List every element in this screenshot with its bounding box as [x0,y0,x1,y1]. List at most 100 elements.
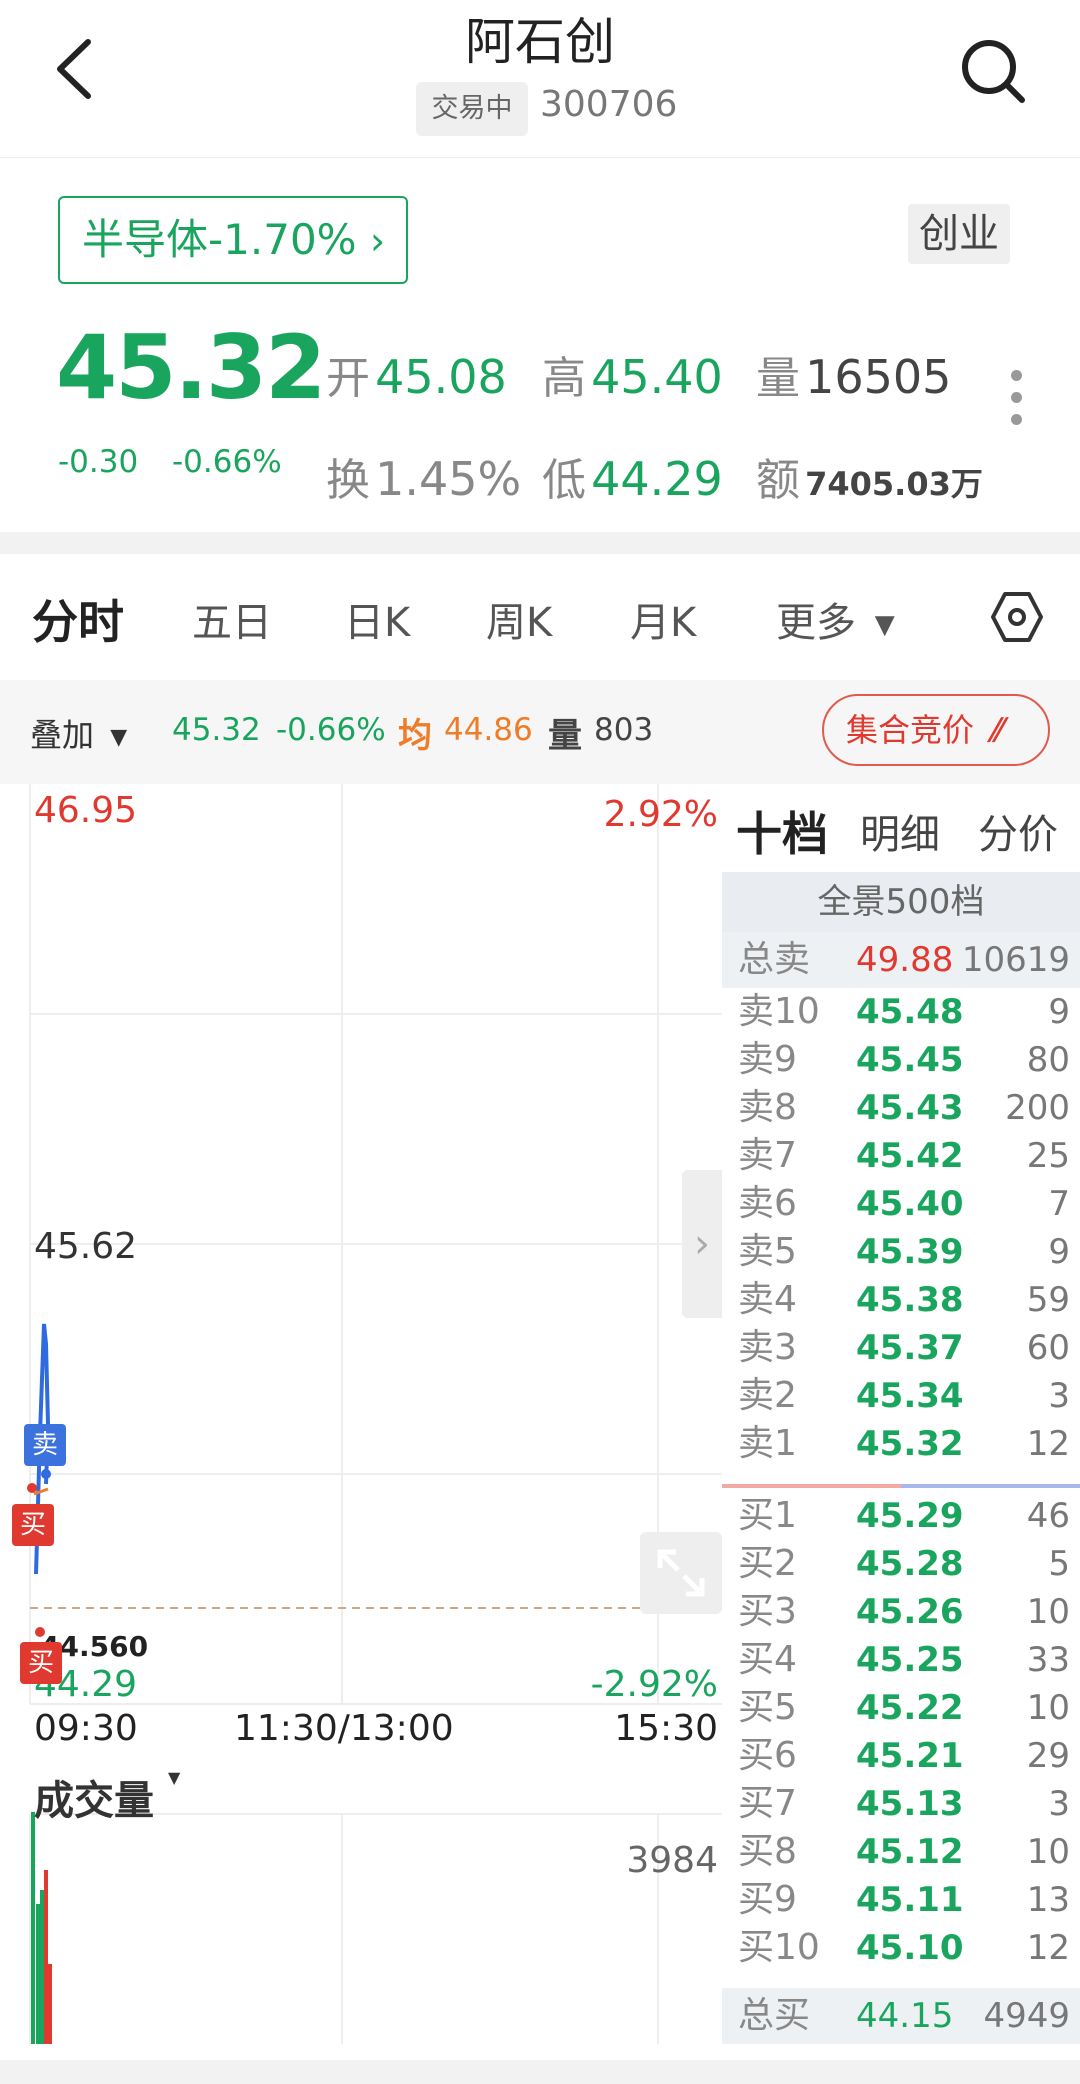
ask-label: 卖3 [738,1327,797,1368]
ask-price: 45.45 [856,1040,964,1080]
bid-label: 买5 [738,1687,797,1728]
order-book-tabs: 十档 明细 分价 [722,784,1080,872]
ask-row[interactable]: 卖2 45.34 3 [722,1372,1080,1420]
amount-value: 7405.03万 [805,465,983,503]
bid-price: 45.28 [856,1544,964,1584]
low-value: 44.29 [591,452,723,506]
low-stat: 低 44.29 [542,452,723,506]
panorama-500-button[interactable]: 全景500档 [722,872,1080,932]
volume-bars [31,1812,52,2044]
tab-ten-levels[interactable]: 十档 [736,798,828,864]
high-value: 45.40 [591,350,723,404]
ask-row[interactable]: 卖5 45.39 9 [722,1228,1080,1276]
bid-price: 45.21 [856,1736,964,1776]
ask-row[interactable]: 卖7 45.42 25 [722,1132,1080,1180]
tab-details[interactable]: 明细 [860,802,940,860]
bid-row[interactable]: 买5 45.22 10 [722,1684,1080,1732]
order-book: 十档 明细 分价 全景500档 总卖 49.88 10619 卖10 45.48 9… [722,784,1080,2084]
ask-label: 卖1 [738,1423,797,1464]
bid-row[interactable]: 买7 45.13 3 [722,1780,1080,1828]
ask-vol: 80 [1026,1040,1070,1080]
volume-title[interactable]: 成交量 ▼ [34,1768,180,1826]
bid-price: 45.26 [856,1592,964,1632]
bid-row[interactable]: 买1 45.29 46 [722,1492,1080,1540]
chart-period-tabs: 分时 五日 日K 周K 月K 更多 ▼ [0,554,1080,680]
tab-daily-k[interactable]: 日K [344,590,410,648]
chart-grid [29,784,722,2044]
turnover-value: 1.45% [375,452,522,506]
ask-row[interactable]: 卖6 45.40 7 [722,1180,1080,1228]
ask-bid-divider [722,1484,1080,1488]
tab-weekly-k[interactable]: 周K [486,590,552,648]
time-axis-start: 09:30 [34,1708,138,1749]
ask-price: 45.38 [856,1280,964,1320]
sector-tag-button[interactable]: 半导体-1.70% › [58,196,408,284]
bid-label: 买10 [738,1927,820,1968]
bid-price: 45.10 [856,1928,964,1968]
more-options-icon[interactable] [1006,370,1026,440]
ask-label: 卖7 [738,1135,797,1176]
intraday-chart[interactable]: 46.95 2.92% 45.62 44.560 44.29 -2.92% 09… [0,784,722,2084]
volume-max: 3984 [626,1840,718,1881]
ask-price: 45.43 [856,1088,964,1128]
sector-label: 半导体-1.70% [82,215,370,264]
bid-label: 买3 [738,1591,797,1632]
caret-down-icon: ▼ [874,610,895,640]
sell-marker[interactable]: 卖 [24,1424,66,1466]
ask-label: 卖4 [738,1279,797,1320]
volume-bar [40,1890,44,2044]
tab-intraday[interactable]: 分时 [32,586,124,652]
avg-value: 44.86 [444,712,533,748]
ask-label: 卖2 [738,1375,797,1416]
bid-row[interactable]: 买4 45.25 33 [722,1636,1080,1684]
bid-row[interactable]: 买3 45.26 10 [722,1588,1080,1636]
ask-vol: 60 [1026,1328,1070,1368]
bid-label: 买2 [738,1543,797,1584]
bid-row[interactable]: 买8 45.12 10 [722,1828,1080,1876]
board-badge: 创业 [908,204,1010,264]
bid-vol: 46 [1026,1496,1070,1536]
high-stat: 高 45.40 [542,350,723,404]
ask-price: 45.39 [856,1232,964,1272]
bid-vol: 13 [1026,1880,1070,1920]
expand-book-handle[interactable]: › [682,1170,722,1318]
ask-label: 卖10 [738,991,820,1032]
bid-vol: 3 [1048,1784,1070,1824]
tab-monthly-k[interactable]: 月K [630,590,696,648]
stock-code: 300706 [540,84,678,125]
settings-hexagon-icon[interactable] [990,590,1044,644]
ask-row[interactable]: 卖3 45.37 60 [722,1324,1080,1372]
caret-down-icon: ▼ [110,724,128,750]
ask-vol: 59 [1026,1280,1070,1320]
bid-row[interactable]: 买2 45.28 5 [722,1540,1080,1588]
bid-price: 45.22 [856,1688,964,1728]
volume-bar [44,1870,48,2044]
buy-marker[interactable]: 买 [12,1504,54,1546]
trading-status-badge: 交易中 [416,82,528,136]
total-sell-price: 49.88 [856,940,954,980]
ask-row[interactable]: 卖8 45.43 200 [722,1084,1080,1132]
ask-vol: 9 [1048,1232,1070,1272]
bid-row[interactable]: 买6 45.21 29 [722,1732,1080,1780]
turnover-stat: 换 1.45% [326,452,522,506]
tab-price-distribution[interactable]: 分价 [978,802,1058,860]
tab-five-day[interactable]: 五日 [192,590,272,648]
ask-row[interactable]: 卖10 45.48 9 [722,988,1080,1036]
bid-price: 45.12 [856,1832,964,1872]
call-auction-button[interactable]: 集合竞价 ⫽ [822,694,1050,766]
bid-price: 45.29 [856,1496,964,1536]
bid-row[interactable]: 买9 45.11 13 [722,1876,1080,1924]
fullscreen-icon[interactable] [640,1532,722,1614]
tab-more[interactable]: 更多 ▼ [776,590,895,648]
bottom-strip [0,2060,1080,2084]
bid-row[interactable]: 买10 45.10 12 [722,1924,1080,1972]
ask-row[interactable]: 卖1 45.32 12 [722,1420,1080,1468]
bid-vol: 10 [1026,1688,1070,1728]
ask-row[interactable]: 卖4 45.38 59 [722,1276,1080,1324]
time-axis-end: 15:30 [614,1708,718,1749]
section-divider [0,532,1080,554]
overlay-dropdown[interactable]: 叠加 ▼ [30,710,127,756]
ask-row[interactable]: 卖9 45.45 80 [722,1036,1080,1084]
search-icon[interactable] [958,36,1028,106]
buy-marker[interactable]: 买 [20,1642,62,1684]
